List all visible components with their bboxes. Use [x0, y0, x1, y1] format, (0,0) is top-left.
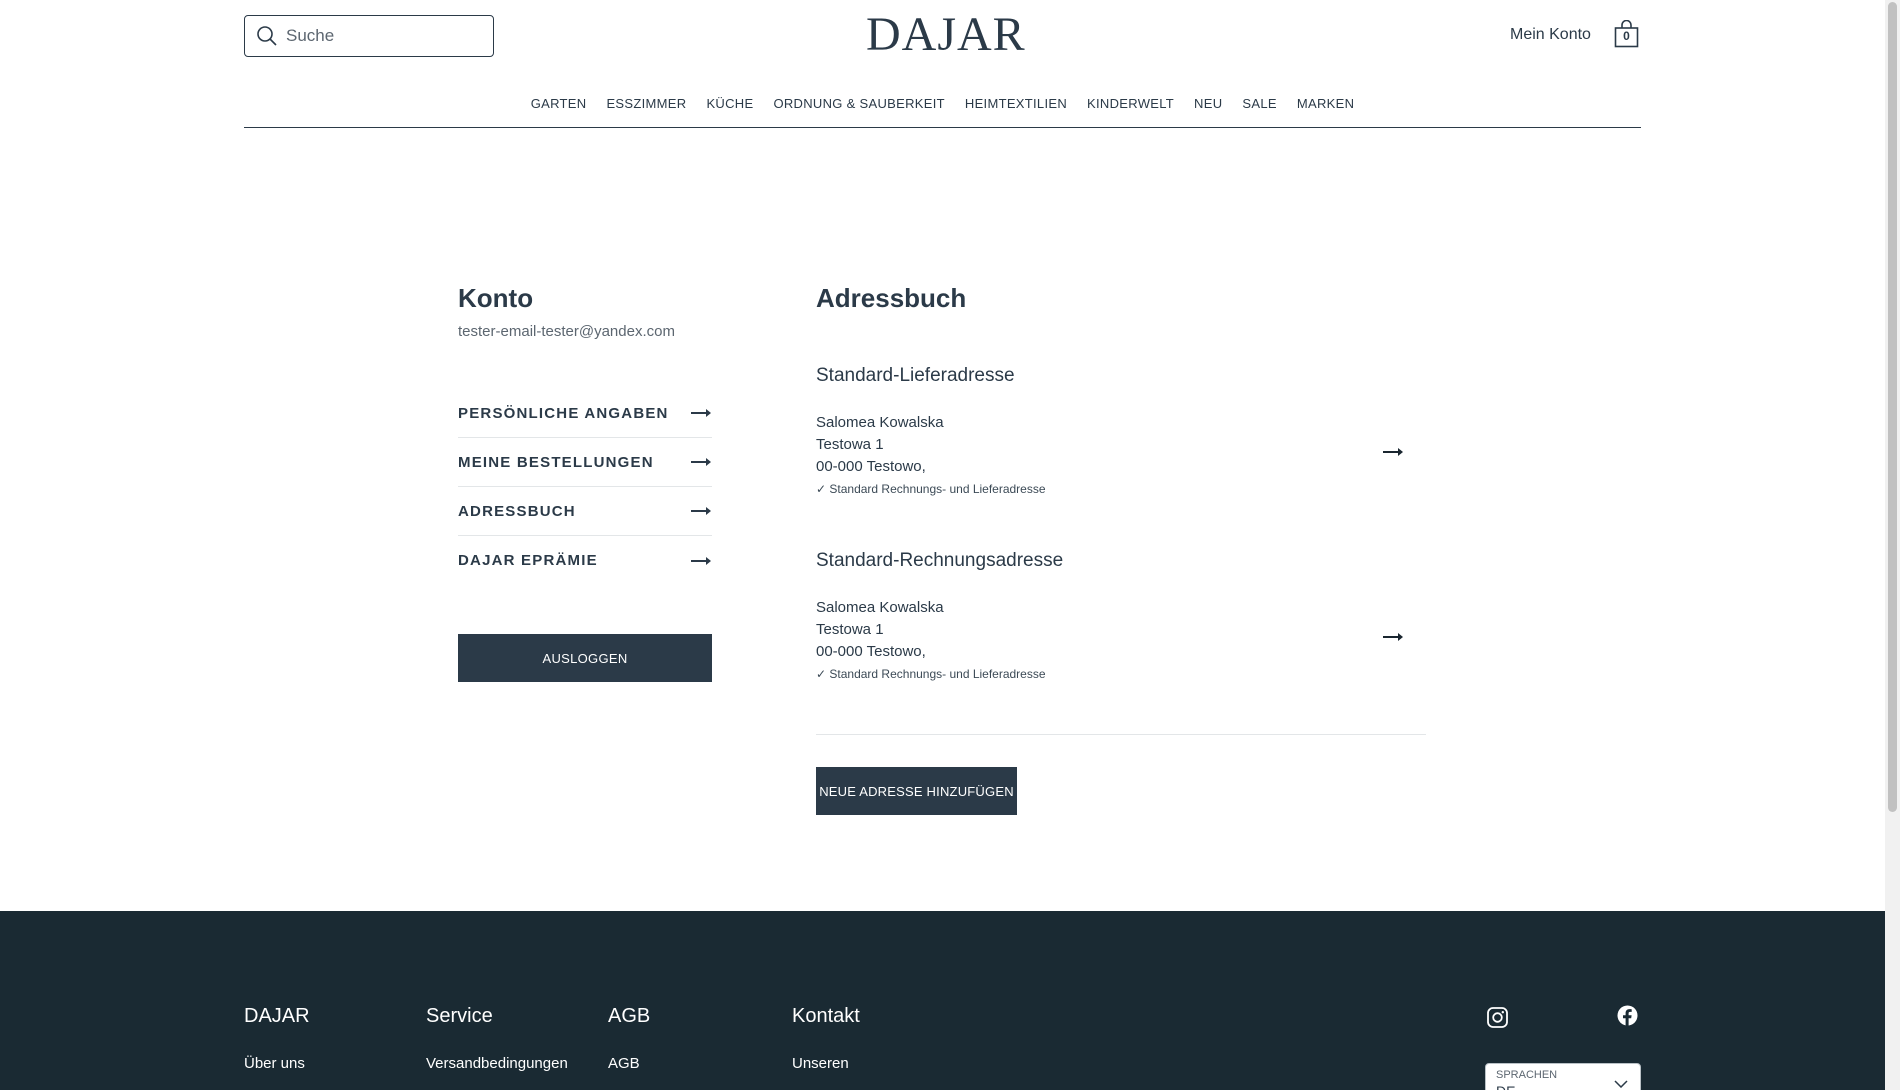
footer: DAJAR Über uns Service Versandbedingunge… — [0, 911, 1885, 1090]
logout-button[interactable]: AUSLOGGEN — [458, 634, 712, 682]
main-navigation: GARTEN ESSZIMMER KÜCHE ORDNUNG & SAUBERK… — [244, 92, 1641, 128]
nav-item-marken[interactable]: MARKEN — [1287, 92, 1364, 112]
search-input[interactable] — [286, 26, 476, 46]
cart-button[interactable]: 0 — [1614, 20, 1639, 48]
footer-heading: AGB — [608, 1005, 651, 1027]
account-menu-label: DAJAR EPRÄMIE — [458, 552, 598, 569]
footer-column-dajar: DAJAR Über uns — [244, 1005, 310, 1072]
account-menu-label: PERSÖNLICHE ANGABEN — [458, 404, 669, 422]
arrow-right-icon — [691, 409, 711, 417]
account-menu-my-orders[interactable]: MEINE BESTELLUNGEN — [458, 438, 712, 487]
account-menu-label: MEINE BESTELLUNGEN — [458, 453, 654, 471]
address-city: 00-000 Testowo, — [816, 643, 926, 660]
nav-item-ordnung-sauberkeit[interactable]: ORDNUNG & SAUBERKEIT — [763, 92, 954, 112]
nav-item-sale[interactable]: SALE — [1232, 92, 1286, 112]
page: DAJAR Mein Konto 0 GARTEN ESSZIMMER KÜCH… — [0, 0, 1885, 1090]
nav-item-kueche[interactable]: KÜCHE — [696, 92, 763, 112]
address-heading: Standard-Lieferadresse — [816, 365, 1015, 386]
nav-item-esszimmer[interactable]: ESSZIMMER — [596, 92, 696, 112]
footer-link-contact[interactable]: Unseren — [792, 1055, 860, 1072]
footer-heading: DAJAR — [244, 1005, 310, 1027]
nav-item-garten[interactable]: GARTEN — [521, 92, 597, 112]
account-menu-personal-data[interactable]: PERSÖNLICHE ANGABEN — [458, 389, 712, 438]
address-name: Salomea Kowalska — [816, 599, 944, 616]
footer-column-agb: AGB AGB — [608, 1005, 650, 1072]
facebook-icon[interactable] — [1617, 1005, 1638, 1026]
account-menu-address-book[interactable]: ADRESSBUCH — [458, 487, 712, 536]
footer-link-about[interactable]: Über uns — [244, 1055, 310, 1072]
footer-heading: Service — [426, 1005, 493, 1027]
cart-count-badge: 0 — [1623, 29, 1630, 43]
address-default-note: ✓ Standard Rechnungs- und Lieferadresse — [816, 667, 1046, 681]
scrollbar-thumb[interactable] — [1888, 2, 1897, 812]
edit-address-arrow-icon[interactable] — [1383, 632, 1404, 642]
arrow-right-icon — [691, 507, 711, 515]
account-menu: PERSÖNLICHE ANGABEN MEINE BESTELLUNGEN A… — [458, 389, 712, 585]
arrow-right-icon — [691, 458, 711, 466]
edit-address-arrow-icon[interactable] — [1383, 447, 1404, 457]
nav-item-heimtextilien[interactable]: HEIMTEXTILIEN — [955, 92, 1077, 112]
footer-column-service: Service Versandbedingungen — [426, 1005, 568, 1072]
scrollbar[interactable] — [1885, 0, 1900, 1090]
address-card-delivery: Standard-Lieferadresse Salomea Kowalska … — [816, 365, 1426, 496]
address-name: Salomea Kowalska — [816, 414, 944, 431]
language-label: SPRACHEN — [1496, 1069, 1558, 1081]
address-heading: Standard-Rechnungsadresse — [816, 550, 1064, 571]
footer-column-kontakt: Kontakt Unseren — [792, 1005, 860, 1072]
search-icon — [257, 26, 277, 46]
divider — [816, 734, 1426, 735]
footer-heading: Kontakt — [792, 1005, 860, 1027]
address-book-title: Adressbuch — [816, 283, 967, 313]
address-default-note: ✓ Standard Rechnungs- und Lieferadresse — [816, 482, 1046, 496]
arrow-right-icon — [691, 556, 711, 565]
address-city: 00-000 Testowo, — [816, 458, 926, 475]
address-card-billing: Standard-Rechnungsadresse Salomea Kowals… — [816, 550, 1426, 681]
address-street: Testowa 1 — [816, 436, 884, 453]
search-box[interactable] — [244, 15, 494, 57]
account-menu-dajar-epraemie[interactable]: DAJAR EPRÄMIE — [458, 536, 712, 585]
chevron-down-icon — [1614, 1080, 1628, 1088]
footer-link-shipping[interactable]: Versandbedingungen — [426, 1055, 568, 1072]
footer-link-agb[interactable]: AGB — [608, 1055, 650, 1072]
language-value: DE — [1496, 1083, 1515, 1090]
account-menu-label: ADRESSBUCH — [458, 502, 576, 520]
account-email: tester-email-tester@yandex.com — [458, 323, 675, 340]
my-account-link[interactable]: Mein Konto — [1510, 26, 1591, 44]
language-select[interactable]: SPRACHEN DE — [1485, 1063, 1641, 1090]
nav-item-neu[interactable]: NEU — [1184, 92, 1232, 112]
account-title: Konto — [458, 283, 534, 313]
instagram-icon[interactable] — [1487, 1007, 1508, 1028]
nav-item-kinderwelt[interactable]: KINDERWELT — [1077, 92, 1184, 112]
add-address-button[interactable]: NEUE ADRESSE HINZUFÜGEN — [816, 767, 1017, 815]
logo[interactable]: DAJAR — [866, 9, 1025, 61]
address-street: Testowa 1 — [816, 621, 884, 638]
